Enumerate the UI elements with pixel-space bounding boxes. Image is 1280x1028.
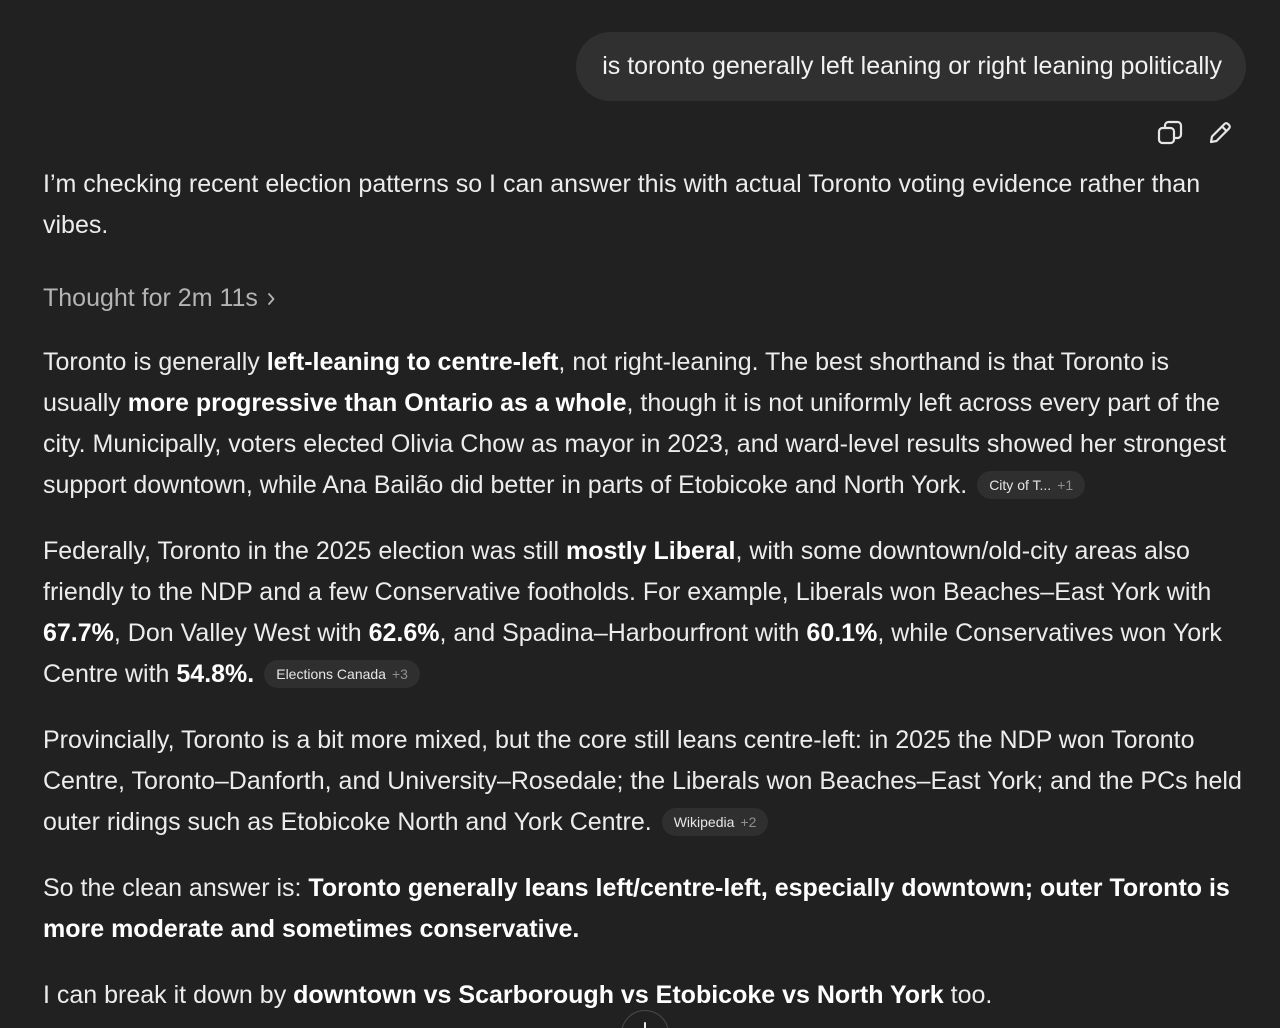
citation-source: City of T...	[989, 477, 1052, 493]
pencil-icon	[1209, 122, 1231, 144]
user-message-bubble: is toronto generally left leaning or rig…	[576, 32, 1246, 101]
bold-span: 60.1%	[806, 619, 878, 647]
text-span: too.	[943, 981, 993, 1009]
text-span: Provincially, Toronto is a bit more mixe…	[43, 726, 1242, 836]
copy-button[interactable]	[1154, 117, 1186, 149]
citation-source: Wikipedia	[673, 814, 735, 830]
arrow-down-icon	[644, 1022, 646, 1028]
bold-span: 62.6%	[368, 619, 440, 647]
thought-toggle[interactable]: Thought for 2m 11s	[43, 278, 276, 319]
answer-paragraph-provincial: Provincially, Toronto is a bit more mixe…	[43, 720, 1248, 843]
assistant-intro: I’m checking recent election patterns so…	[43, 170, 1201, 239]
bold-span: downtown vs Scarborough vs Etobicoke vs …	[293, 981, 944, 1009]
answer-paragraph-federal: Federally, Toronto in the 2025 election …	[43, 531, 1248, 695]
text-span: I can break it down by	[43, 981, 294, 1009]
citation-more-count: +3	[391, 666, 408, 682]
bold-span: 67.7%	[43, 619, 114, 647]
citation-chip[interactable]: Elections Canada +3	[264, 660, 420, 688]
citation-source: Elections Canada	[276, 666, 386, 682]
user-message-actions	[1154, 117, 1236, 149]
bold-span: mostly Liberal	[565, 537, 736, 565]
text-span: Toronto is generally	[43, 348, 267, 376]
citation-more-count: +2	[740, 814, 757, 830]
chevron-right-icon	[268, 292, 275, 305]
citation-chip[interactable]: City of T... +1	[977, 471, 1086, 499]
thought-label: Thought for 2m 11s	[43, 284, 258, 312]
chat-page: is toronto generally left leaning or rig…	[0, 0, 1280, 1028]
copy-icon	[1157, 120, 1183, 145]
text-span: Federally, Toronto in the 2025 election …	[43, 537, 566, 565]
text-span: , and Spadina–Harbourfront with	[439, 619, 807, 647]
edit-button[interactable]	[1204, 117, 1236, 149]
bold-span: 54.8%.	[176, 660, 255, 688]
user-message-text: is toronto generally left leaning or rig…	[602, 52, 1222, 80]
assistant-reply: I’m checking recent election patterns so…	[43, 164, 1248, 1016]
answer-paragraph-summary: So the clean answer is: Toronto generall…	[43, 868, 1248, 950]
citation-chip[interactable]: Wikipedia +2	[661, 808, 769, 836]
text-span: , Don Valley West with	[113, 619, 369, 647]
text-span: So the clean answer is:	[43, 874, 309, 902]
answer-paragraph-municipal: Toronto is generally left-leaning to cen…	[43, 342, 1248, 506]
bold-span: more progressive than Ontario as a whole	[127, 389, 627, 417]
citation-more-count: +1	[1057, 477, 1074, 493]
bold-span: left-leaning to centre-left	[266, 348, 559, 376]
